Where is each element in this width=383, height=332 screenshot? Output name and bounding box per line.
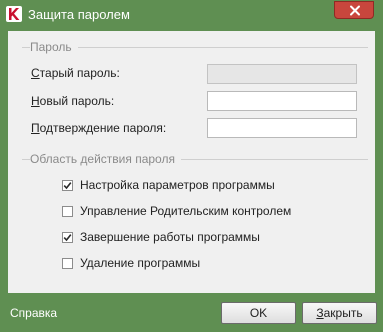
checkbox[interactable] <box>62 205 73 217</box>
checkmark-icon <box>63 181 72 189</box>
dialog-window: Защита паролем Пароль Старый пароль: Нов… <box>0 0 383 332</box>
checkbox[interactable] <box>62 231 73 243</box>
dialog-footer: Справка OK Закрыть <box>0 293 383 332</box>
ok-button[interactable]: OK <box>221 302 296 324</box>
scope-option-label: Управление Родительским контролем <box>80 204 292 218</box>
dialog-content: Пароль Старый пароль: Новый пароль: Подт… <box>8 31 375 293</box>
password-group-title: Пароль <box>30 40 78 54</box>
close-button[interactable]: Закрыть <box>302 302 377 324</box>
old-password-label: Старый пароль: <box>31 66 120 80</box>
kaspersky-logo-icon <box>6 6 22 22</box>
window-title: Защита паролем <box>28 7 130 22</box>
checkbox[interactable] <box>62 257 73 269</box>
close-button-label: Закрыть <box>316 306 363 320</box>
checkmark-icon <box>63 233 72 241</box>
help-link[interactable]: Справка <box>10 306 57 320</box>
scope-option[interactable]: Удаление программы <box>62 255 200 271</box>
confirm-password-field[interactable] <box>207 118 357 138</box>
confirm-password-label: Подтверждение пароля: <box>31 121 167 135</box>
new-password-label: Новый пароль: <box>31 94 115 108</box>
close-icon <box>350 5 360 16</box>
title-bar[interactable]: Защита паролем <box>0 0 383 30</box>
window-close-button[interactable] <box>334 1 374 19</box>
new-password-field[interactable] <box>207 91 357 111</box>
scope-option-label: Удаление программы <box>80 256 201 270</box>
old-password-field[interactable] <box>207 64 357 84</box>
scope-option[interactable]: Настройка параметров программы <box>62 177 275 193</box>
scope-option[interactable]: Управление Родительским контролем <box>62 203 291 219</box>
scope-group-title: Область действия пароля <box>30 152 181 166</box>
scope-option[interactable]: Завершение работы программы <box>62 229 260 245</box>
scope-option-label: Настройка параметров программы <box>80 178 275 192</box>
scope-option-label: Завершение работы программы <box>80 230 260 244</box>
checkbox[interactable] <box>62 179 73 191</box>
